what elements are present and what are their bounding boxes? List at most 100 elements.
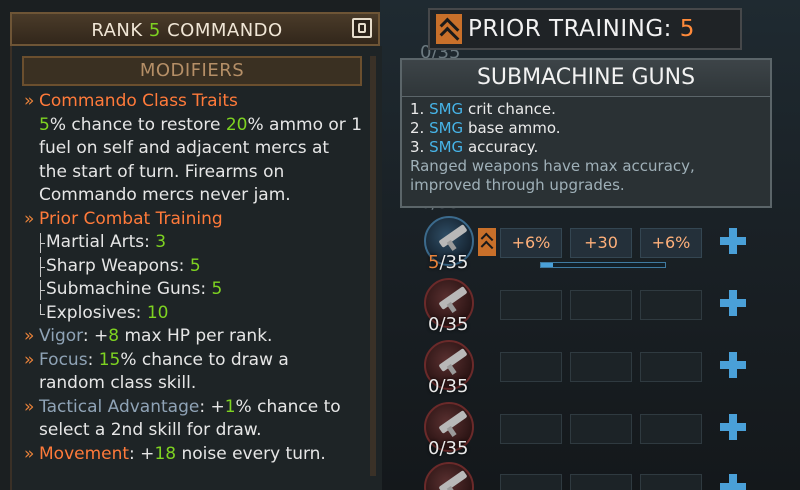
line-number: 1. [410, 100, 430, 118]
movement-line: Movement: +18 noise every turn. [24, 443, 374, 467]
bonus-slot[interactable] [500, 352, 562, 382]
bonus-slot[interactable]: +30 [570, 228, 632, 258]
modifiers-list: Commando Class Traits 5% chance to resto… [24, 90, 374, 466]
training-label: Explosives: [46, 302, 147, 323]
tooltip-body: 1. SMG crit chance. 2. SMG base ammo. 3.… [410, 100, 695, 195]
ammo-count: 0/35 [428, 314, 468, 335]
tooltip-line: 3. SMG accuracy. [410, 138, 695, 157]
training-value: 3 [155, 232, 167, 252]
vigor-value: 8 [108, 326, 120, 346]
add-upgrade-button[interactable] [720, 352, 746, 378]
tactical-value: 1 [224, 396, 236, 417]
line-keyword: SMG [429, 138, 464, 156]
rank-prefix: RANK [91, 20, 149, 41]
bonus-slot[interactable] [570, 352, 632, 382]
bonus-slot[interactable] [640, 352, 702, 382]
trait-text-1: % chance to restore [49, 114, 226, 135]
vigor-post: max HP per rank. [119, 326, 273, 346]
training-label: Martial Arts: [46, 232, 156, 252]
class-traits-line-1: 5% chance to restore 20% ammo or 1 [24, 114, 374, 138]
ammo-count: 0/35 [428, 438, 468, 459]
prior-training-header: PRIOR TRAINING: 5 [428, 8, 742, 50]
rank-header: RANK 5 COMMANDO [10, 12, 380, 46]
rank-title: RANK 5 COMMANDO [12, 20, 362, 41]
focus-pre: : [87, 349, 99, 370]
rank-chevron-icon [478, 228, 496, 256]
bonus-slot[interactable] [640, 290, 702, 320]
bonus-slot[interactable] [570, 290, 632, 320]
prior-training-label: PRIOR TRAINING: [468, 16, 680, 42]
line-text: accuracy. [463, 138, 539, 156]
tactical-pre: : + [199, 396, 225, 417]
vigor-pre: : + [82, 326, 109, 346]
modifiers-header: MODIFIERS [22, 56, 362, 86]
class-traits-title: Commando Class Traits [24, 90, 374, 114]
class-traits-line-4: Commando mercs never jam. [39, 185, 291, 205]
add-upgrade-button[interactable] [720, 474, 746, 490]
weapon-icon[interactable] [424, 462, 474, 490]
add-upgrade-button[interactable] [720, 290, 746, 316]
trait-text-2: % ammo or 1 [247, 114, 363, 135]
class-info-panel: RANK 5 COMMANDO MODIFIERS Commando Class… [0, 0, 382, 490]
ammo-current: 5 [428, 252, 440, 273]
line-text: base ammo. [463, 119, 561, 137]
ammo-total: /35 [439, 252, 469, 273]
training-value: 5 [211, 279, 223, 299]
submachine-guns-tooltip: SUBMACHINE GUNS 1. SMG crit chance. 2. S… [400, 58, 772, 208]
ammo-current: 0 [428, 314, 440, 335]
ammo-count: 0/35 [428, 376, 468, 397]
line-text: crit chance. [463, 100, 556, 118]
line-keyword: SMG [429, 119, 464, 137]
bonus-slot[interactable] [640, 474, 702, 490]
tactical-line: Tactical Advantage: +1% chance to [24, 396, 374, 420]
vigor-line: Vigor: +8 max HP per rank. [24, 325, 374, 349]
movement-name: Movement [39, 443, 130, 464]
prior-training-value: 5 [679, 16, 695, 42]
weapon-row-carbine: 0/35 [420, 340, 790, 400]
movement-value: 18 [154, 443, 177, 464]
line-number: 3. [410, 138, 430, 156]
training-explosives: Explosives: 10 [24, 302, 374, 326]
training-value: 10 [146, 302, 169, 323]
ammo-count: 5/35 [428, 252, 468, 273]
tooltip-header: SUBMACHINE GUNS [402, 60, 770, 97]
tactical-post: % chance to [235, 396, 341, 417]
tooltip-note-1: Ranged weapons have max accuracy, [410, 157, 695, 175]
rank-number: 5 [148, 20, 161, 41]
add-upgrade-button[interactable] [720, 228, 746, 254]
bonus-slot[interactable] [500, 414, 562, 444]
ammo-current: 0 [428, 376, 440, 397]
bonus-slot[interactable] [640, 414, 702, 444]
trait-ammo-pct: 20 [225, 114, 248, 135]
training-value: 5 [189, 255, 201, 276]
line-number: 2. [410, 119, 430, 137]
focus-value: 15 [98, 349, 121, 370]
weapon-row-smg: 5/35 +6% +30 +6% [420, 216, 790, 276]
tooltip-note-2: improved through upgrades. [410, 176, 625, 194]
vigor-name: Vigor [39, 326, 83, 346]
bonus-slot[interactable]: +6% [640, 228, 702, 258]
class-card-icon[interactable] [352, 18, 372, 38]
prior-training-title: PRIOR TRAINING: 5 [468, 16, 695, 42]
rank-class: COMMANDO [160, 20, 283, 41]
tooltip-line: 2. SMG base ammo. [410, 119, 695, 138]
modifiers-title: MODIFIERS [139, 60, 245, 81]
ammo-current: 0 [428, 438, 440, 459]
focus-line-2: random class skill. [39, 373, 197, 393]
focus-line: Focus: 15% chance to draw a [24, 349, 374, 373]
training-sharp-weapons: Sharp Weapons: 5 [24, 255, 374, 279]
bonus-slot[interactable] [570, 474, 632, 490]
bonus-slot[interactable] [500, 474, 562, 490]
prior-training-title: Prior Combat Training [24, 208, 374, 232]
tactical-line-2: select a 2nd skill for draw. [39, 420, 262, 440]
training-label: Sharp Weapons: [46, 255, 190, 276]
trait-chance: 5 [39, 114, 50, 135]
add-upgrade-button[interactable] [720, 414, 746, 440]
bonus-slot[interactable] [500, 290, 562, 320]
bonus-slot[interactable]: +6% [500, 228, 562, 258]
training-submachine-guns: Submachine Guns: 5 [24, 278, 374, 302]
class-traits-line-3: the start of turn. Firearms on [39, 161, 285, 182]
ammo-total: /35 [439, 376, 469, 397]
ammo-total: /35 [439, 438, 469, 459]
bonus-slot[interactable] [570, 414, 632, 444]
